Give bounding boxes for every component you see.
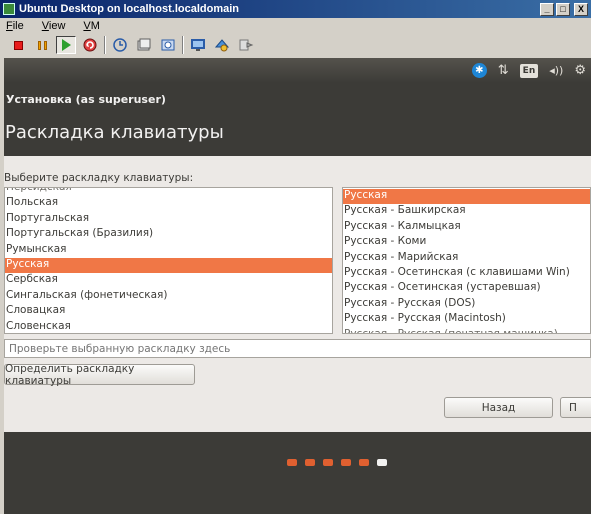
reset-icon[interactable] [80, 36, 100, 54]
guest-screen[interactable]: ✱ ⇅ En ◂)) ⚙ Установка (as superuser) Ра… [4, 58, 591, 514]
list-item[interactable]: Персидская [5, 188, 332, 196]
progress-dot [359, 459, 369, 466]
list-item[interactable]: Русская - Русская (Macintosh) [343, 312, 590, 327]
accessibility-icon[interactable]: ✱ [471, 63, 487, 78]
minimize-button[interactable]: _ [540, 2, 554, 16]
list-item[interactable]: Русская - Марийская [343, 251, 590, 266]
progress-dot [323, 459, 333, 466]
layout-variant-list[interactable]: Русская Русская - Башкирская Русская - Кал… [342, 187, 591, 334]
close-button[interactable]: X [574, 2, 588, 16]
settings-gear-icon[interactable]: ⚙ [574, 63, 586, 78]
progress-dot [305, 459, 315, 466]
page-title: Раскладка клавиатуры [5, 122, 224, 143]
list-item[interactable]: Польская [5, 196, 332, 211]
keyboard-language-indicator[interactable]: En [519, 63, 539, 78]
top-panel: ✱ ⇅ En ◂)) ⚙ [4, 58, 591, 83]
list-item[interactable]: Русская [5, 257, 332, 274]
list-item[interactable]: Словенская [5, 320, 332, 333]
host-toolbar [0, 34, 591, 56]
test-layout-input[interactable] [4, 339, 591, 358]
snapshot-icon[interactable] [110, 36, 130, 54]
list-item[interactable]: Португальская (Бразилия) [5, 227, 332, 242]
list-item[interactable]: Русская - Русская (печатная машинка) [343, 328, 590, 333]
list-item[interactable]: Португальская [5, 212, 332, 227]
pause-icon[interactable] [32, 36, 52, 54]
list-item[interactable]: Румынская [5, 243, 332, 258]
installer-window-title: Установка (as superuser) [6, 93, 166, 106]
fullscreen-icon[interactable] [188, 36, 208, 54]
list-item[interactable]: Русская - Башкирская [343, 204, 590, 219]
list-item[interactable]: Русская - Осетинская (с клавишами Win) [343, 266, 590, 281]
stop-icon[interactable] [8, 36, 28, 54]
installer-header: Установка (as superuser) Раскладка клави… [4, 83, 591, 156]
detect-layout-button[interactable]: Определить раскладку клавиатуры [4, 363, 195, 387]
play-icon[interactable] [56, 36, 76, 54]
progress-dot [287, 459, 297, 466]
summary-view-icon[interactable] [236, 36, 256, 54]
host-titlebar: Ubuntu Desktop on localhost.localdomain … [0, 0, 591, 18]
toolbar-separator [104, 36, 106, 54]
host-window-title: Ubuntu Desktop on localhost.localdomain [19, 3, 240, 15]
vm-app-icon [3, 3, 15, 15]
quick-switch-icon[interactable] [212, 36, 232, 54]
snapshot-manager-icon[interactable] [158, 36, 178, 54]
continue-button[interactable]: П [560, 397, 591, 418]
list-item[interactable]: Русская [343, 189, 590, 205]
back-button[interactable]: Назад [444, 397, 553, 418]
list-item[interactable]: Русская - Коми [343, 235, 590, 250]
volume-icon[interactable]: ◂)) [549, 64, 563, 77]
progress-dots [287, 459, 395, 466]
host-menubar: File View VM [0, 18, 591, 34]
revert-snapshot-icon[interactable] [134, 36, 154, 54]
menu-vm[interactable]: VM [83, 20, 109, 32]
maximize-button[interactable]: □ [556, 2, 570, 16]
list-item[interactable]: Сингальская (фонетическая) [5, 289, 332, 304]
progress-dot [341, 459, 351, 466]
list-item[interactable]: Русская - Осетинская (устаревшая) [343, 281, 590, 296]
list-item[interactable]: Русская - Русская (DOS) [343, 297, 590, 312]
list-item[interactable]: Русская - Калмыцкая [343, 220, 590, 235]
menu-view[interactable]: View [42, 20, 75, 32]
list-item[interactable]: Словацкая [5, 304, 332, 319]
list-item[interactable]: Сербская [5, 273, 332, 288]
layout-prompt: Выберите раскладку клавиатуры: [4, 172, 194, 184]
layout-language-list[interactable]: Персидская Польская Португальская Португаль… [4, 187, 333, 334]
menu-file[interactable]: File [6, 20, 33, 32]
progress-dot-current [377, 459, 387, 466]
toolbar-separator [182, 36, 184, 54]
installer-footer [4, 432, 591, 514]
network-icon[interactable]: ⇅ [498, 63, 509, 78]
